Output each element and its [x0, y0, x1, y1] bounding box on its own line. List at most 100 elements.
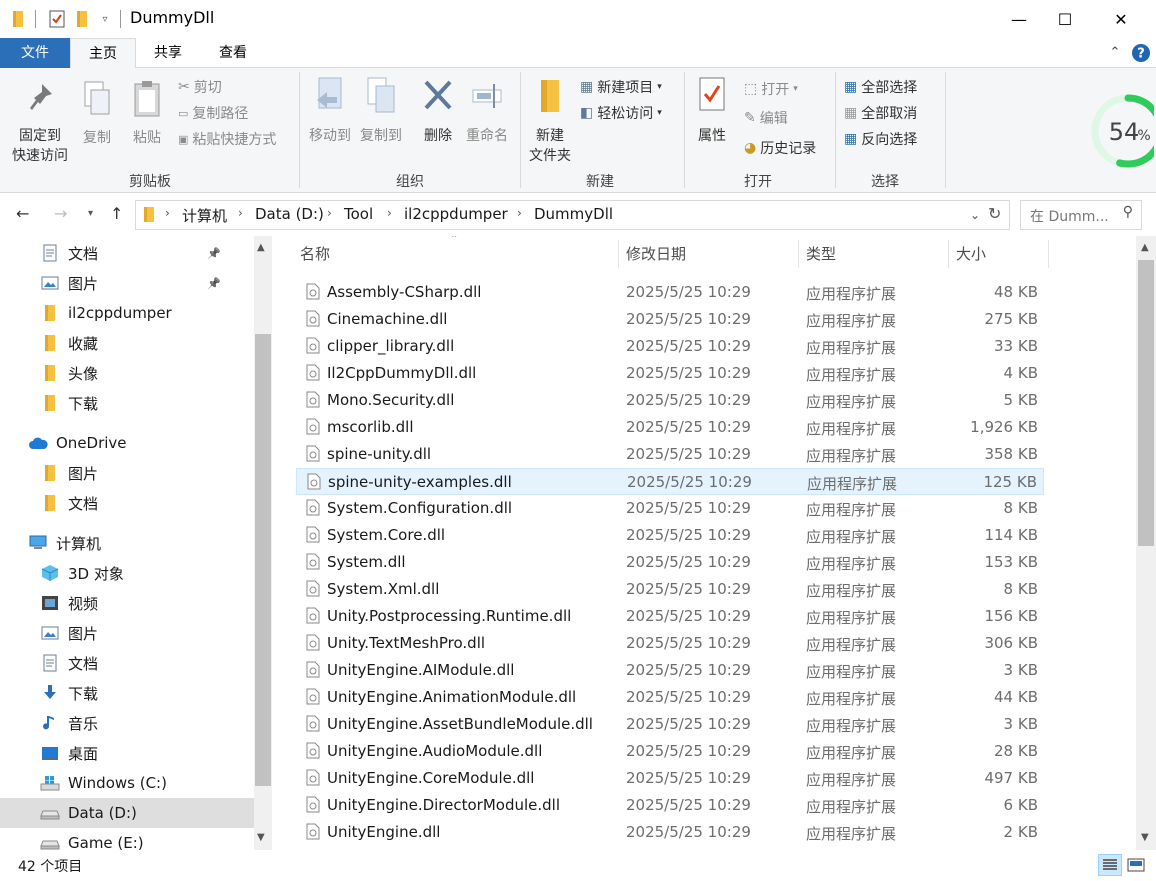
- paste-button[interactable]: 粘贴: [128, 80, 166, 148]
- file-row[interactable]: System.Xml.dll 2025/5/25 10:29 应用程序扩展 8 KB: [296, 576, 1044, 603]
- copy-to-button[interactable]: 复制到: [356, 76, 406, 146]
- column-header-date[interactable]: 修改日期: [626, 236, 686, 276]
- paste-shortcut-button[interactable]: ▣ 粘贴快捷方式: [178, 128, 276, 150]
- nav-item[interactable]: 图片: [40, 618, 246, 648]
- nav-item[interactable]: 桌面: [40, 738, 246, 768]
- nav-item[interactable]: 下载: [40, 678, 246, 708]
- breadcrumb-data-drive[interactable]: Data (D:): [255, 205, 324, 223]
- nav-item[interactable]: OneDrive: [28, 428, 246, 458]
- nav-item[interactable]: 收藏: [40, 328, 246, 358]
- file-row[interactable]: Unity.Postprocessing.Runtime.dll 2025/5/2…: [296, 603, 1044, 630]
- open-button[interactable]: ⬚ 打开 ▾: [744, 78, 798, 100]
- collapse-ribbon-icon[interactable]: ⌃: [1104, 38, 1126, 68]
- pin-icon[interactable]: 📌: [207, 247, 221, 260]
- minimize-button[interactable]: —: [996, 0, 1042, 38]
- file-row[interactable]: System.Core.dll 2025/5/25 10:29 应用程序扩展 114 …: [296, 522, 1044, 549]
- breadcrumb-computer[interactable]: 计算机: [182, 205, 227, 226]
- tab-share[interactable]: 共享: [138, 38, 198, 68]
- details-view-button[interactable]: [1098, 854, 1122, 876]
- close-button[interactable]: ✕: [1098, 0, 1144, 38]
- file-row[interactable]: UnityEngine.DirectorModule.dll 2025/5/25 …: [296, 792, 1044, 819]
- file-row[interactable]: UnityEngine.AssetBundleModule.dll 2025/5/…: [296, 711, 1044, 738]
- search-box[interactable]: 在 Dumm... ⚲: [1020, 200, 1142, 230]
- rename-button[interactable]: 重命名: [462, 76, 512, 146]
- file-row[interactable]: Il2CppDummyDll.dll 2025/5/25 10:29 应用程序扩展 4…: [296, 360, 1044, 387]
- column-header-type[interactable]: 类型: [806, 236, 836, 276]
- up-button[interactable]: ↑: [110, 204, 123, 223]
- nav-item[interactable]: il2cppdumper: [40, 298, 246, 328]
- cut-button[interactable]: ✂ 剪切: [178, 76, 222, 98]
- breadcrumb-tool[interactable]: Tool: [344, 205, 373, 223]
- forward-button[interactable]: →: [54, 204, 67, 223]
- address-history-button[interactable]: ⌄: [970, 208, 980, 222]
- new-item-button[interactable]: ▦ 新建项目 ▾: [580, 76, 662, 98]
- nav-item[interactable]: 计算机: [28, 528, 246, 558]
- nav-item[interactable]: 文档: [40, 488, 246, 518]
- column-header-size[interactable]: 大小: [956, 236, 986, 276]
- tab-view[interactable]: 查看: [202, 38, 264, 68]
- new-folder-quick-icon[interactable]: [74, 9, 92, 29]
- nav-scrollbar[interactable]: ▲ ▼: [254, 236, 272, 850]
- properties-quick-icon[interactable]: [46, 9, 68, 29]
- new-folder-button[interactable]: 新建 文件夹: [524, 76, 576, 166]
- scroll-up-icon[interactable]: ▲: [257, 242, 265, 253]
- select-none-button[interactable]: ▦ 全部取消: [844, 102, 917, 124]
- file-row[interactable]: Mono.Security.dll 2025/5/25 10:29 应用程序扩展 5 …: [296, 387, 1044, 414]
- large-icons-view-button[interactable]: [1124, 854, 1148, 876]
- nav-item[interactable]: 3D 对象: [40, 558, 246, 588]
- file-row[interactable]: System.dll 2025/5/25 10:29 应用程序扩展 153 KB: [296, 549, 1044, 576]
- file-row[interactable]: UnityEngine.AnimationModule.dll 2025/5/25…: [296, 684, 1044, 711]
- file-row[interactable]: clipper_library.dll 2025/5/25 10:29 应用程序扩展…: [296, 333, 1044, 360]
- refresh-button[interactable]: ↻: [988, 204, 1001, 223]
- nav-item[interactable]: Windows (C:): [40, 768, 246, 798]
- copy-path-button[interactable]: ▭ 复制路径: [178, 102, 248, 124]
- delete-button[interactable]: 删除: [416, 76, 460, 146]
- file-row[interactable]: UnityEngine.CoreModule.dll 2025/5/25 10:2…: [296, 765, 1044, 792]
- help-button[interactable]: ?: [1128, 38, 1154, 68]
- pin-quick-access-button[interactable]: 固定到 快速访问: [8, 80, 72, 166]
- file-list-scrollbar[interactable]: ▲ ▼: [1136, 236, 1156, 850]
- easy-access-button[interactable]: ◧ 轻松访问 ▾: [580, 102, 662, 124]
- select-all-button[interactable]: ▦ 全部选择: [844, 76, 917, 98]
- properties-button[interactable]: 属性: [688, 76, 736, 146]
- nav-item[interactable]: 文档 📌: [40, 238, 246, 268]
- pin-icon[interactable]: 📌: [207, 277, 221, 290]
- customize-chevron-icon[interactable]: ▿: [98, 9, 112, 29]
- nav-item[interactable]: 头像: [40, 358, 246, 388]
- column-header-name[interactable]: 名称: [300, 236, 330, 276]
- nav-item[interactable]: 下载: [40, 388, 246, 418]
- nav-item[interactable]: Game (E:): [40, 828, 246, 850]
- nav-item[interactable]: 图片 📌: [40, 268, 246, 298]
- nav-item[interactable]: 文档: [40, 648, 246, 678]
- maximize-button[interactable]: ☐: [1042, 0, 1088, 38]
- copy-button[interactable]: 复制: [78, 80, 116, 148]
- file-row[interactable]: Unity.TextMeshPro.dll 2025/5/25 10:29 应用程序…: [296, 630, 1044, 657]
- scroll-down-icon[interactable]: ▼: [257, 832, 265, 843]
- history-button[interactable]: ◕ 历史记录: [744, 137, 816, 159]
- file-row[interactable]: Cinemachine.dll 2025/5/25 10:29 应用程序扩展 275 …: [296, 306, 1044, 333]
- nav-scrollbar-thumb[interactable]: [255, 334, 271, 786]
- breadcrumb-il2cppdumper[interactable]: il2cppdumper: [404, 205, 508, 223]
- file-row[interactable]: spine-unity.dll 2025/5/25 10:29 应用程序扩展 358 …: [296, 441, 1044, 468]
- breadcrumb-dummydll[interactable]: DummyDll: [534, 205, 613, 223]
- file-row[interactable]: Assembly-CSharp.dll 2025/5/25 10:29 应用程序扩展…: [296, 279, 1044, 306]
- file-row[interactable]: UnityEngine.dll 2025/5/25 10:29 应用程序扩展 2 KB: [296, 819, 1044, 846]
- recent-locations-button[interactable]: ▾: [88, 208, 93, 219]
- nav-item[interactable]: 音乐: [40, 708, 246, 738]
- scroll-down-icon[interactable]: ▼: [1141, 832, 1149, 843]
- nav-item[interactable]: 视频: [40, 588, 246, 618]
- invert-selection-button[interactable]: ▦ 反向选择: [844, 128, 917, 150]
- file-row[interactable]: spine-unity-examples.dll 2025/5/25 10:29 应…: [296, 468, 1044, 495]
- nav-item[interactable]: Data (D:): [0, 798, 254, 828]
- file-row[interactable]: UnityEngine.AudioModule.dll 2025/5/25 10:…: [296, 738, 1044, 765]
- tab-file[interactable]: 文件: [0, 38, 70, 68]
- back-button[interactable]: ←: [16, 204, 29, 223]
- file-row[interactable]: System.Configuration.dll 2025/5/25 10:29 应…: [296, 495, 1044, 522]
- file-row[interactable]: UnityEngine.AIModule.dll 2025/5/25 10:29 应…: [296, 657, 1044, 684]
- file-row[interactable]: mscorlib.dll 2025/5/25 10:29 应用程序扩展 1,926 K…: [296, 414, 1044, 441]
- scroll-up-icon[interactable]: ▲: [1141, 242, 1149, 253]
- move-to-button[interactable]: 移动到: [304, 76, 356, 146]
- edit-button[interactable]: ✎ 编辑: [744, 107, 788, 129]
- nav-item[interactable]: 图片: [40, 458, 246, 488]
- tab-home[interactable]: 主页: [70, 38, 136, 69]
